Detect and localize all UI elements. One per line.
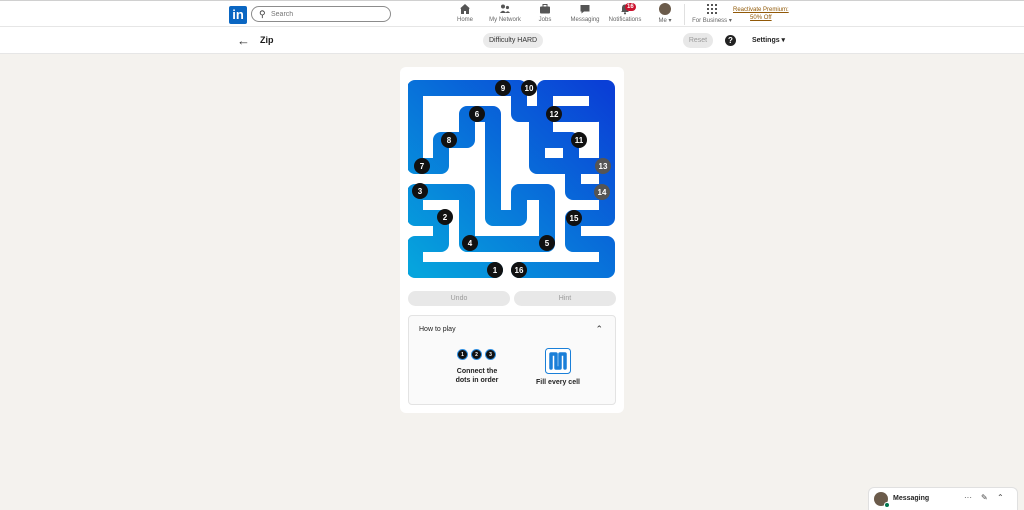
linkedin-logo[interactable]: in bbox=[229, 6, 247, 24]
expand-chevron-icon[interactable]: ⌃ bbox=[997, 493, 1004, 502]
chat-icon bbox=[580, 5, 590, 14]
dot-label: 9 bbox=[501, 84, 506, 93]
search-icon: ⚲ bbox=[259, 9, 266, 19]
rule-fill-text: Fill every cell bbox=[536, 379, 580, 386]
search-box[interactable]: ⚲ bbox=[251, 6, 391, 22]
dot-12[interactable]: 12 bbox=[546, 106, 562, 122]
dot-15[interactable]: 15 bbox=[566, 210, 582, 226]
dot-label: 8 bbox=[447, 136, 452, 145]
messaging-label[interactable]: Messaging bbox=[893, 495, 929, 502]
game-title: Zip bbox=[260, 35, 274, 45]
notification-badge: 16 bbox=[625, 3, 636, 11]
game-header: ← Zip Difficulty HARD Reset ? Settings ▾ bbox=[0, 27, 1024, 54]
more-options-icon[interactable]: ··· bbox=[964, 493, 972, 502]
nav-me-label: Me ▾ bbox=[658, 18, 672, 24]
rule-fill-cells: Fill every cell bbox=[529, 348, 587, 387]
dot-label: 11 bbox=[575, 136, 584, 145]
nav-my-network-label: My Network bbox=[489, 17, 521, 23]
dot-2[interactable]: 2 bbox=[437, 209, 453, 225]
dot-5[interactable]: 5 bbox=[539, 235, 555, 251]
dot-label: 12 bbox=[550, 110, 559, 119]
dot-10[interactable]: 10 bbox=[521, 80, 537, 96]
dot-4[interactable]: 4 bbox=[462, 235, 478, 251]
settings-dropdown[interactable]: Settings ▾ bbox=[752, 36, 785, 44]
dot-label: 2 bbox=[443, 213, 448, 222]
online-status-icon bbox=[884, 502, 890, 508]
how-to-play-panel: How to play ⌃ 1 2 3 Connect the dots in … bbox=[408, 315, 616, 405]
messaging-bar[interactable]: Messaging ··· ✎ ⌃ bbox=[868, 487, 1018, 510]
help-icon[interactable]: ? bbox=[725, 35, 736, 46]
dot-label: 13 bbox=[599, 162, 608, 171]
dot-3-sample: 3 bbox=[485, 349, 496, 360]
dot-6[interactable]: 6 bbox=[469, 106, 485, 122]
fill-grid-icon bbox=[545, 348, 571, 374]
dot-label: 4 bbox=[468, 239, 473, 248]
top-nav: in ⚲ Home My Network Jobs Messaging 16 N… bbox=[0, 0, 1024, 27]
briefcase-icon bbox=[540, 4, 550, 14]
reset-button[interactable]: Reset bbox=[683, 33, 713, 48]
rule-connect-line-2: dots in order bbox=[455, 377, 499, 384]
dot-13[interactable]: 13 bbox=[595, 158, 611, 174]
dot-label: 5 bbox=[545, 239, 550, 248]
grid-icon bbox=[707, 4, 717, 14]
hint-button[interactable]: Hint bbox=[514, 291, 616, 306]
dot-label: 10 bbox=[525, 84, 534, 93]
collapse-chevron-icon[interactable]: ⌃ bbox=[595, 324, 603, 335]
dot-9[interactable]: 9 bbox=[495, 80, 511, 96]
dot-label: 1 bbox=[493, 266, 498, 275]
premium-line-1: Reactivate Premium: bbox=[733, 7, 789, 13]
back-arrow-icon[interactable]: ← bbox=[237, 33, 250, 48]
nav-notifications[interactable]: 16 Notifications bbox=[606, 3, 644, 27]
dot-label: 16 bbox=[515, 266, 524, 275]
dot-label: 14 bbox=[598, 188, 607, 197]
nav-my-network[interactable]: My Network bbox=[487, 3, 523, 27]
dot-3[interactable]: 3 bbox=[412, 183, 428, 199]
rule-connect-line-1: Connect the bbox=[456, 368, 498, 375]
game-card: 1 2 3 4 5 6 7 8 9 10 11 12 13 14 15 16 Undo Hint How to… bbox=[400, 67, 624, 413]
dot-8[interactable]: 8 bbox=[441, 132, 457, 148]
dot-1-sample: 1 bbox=[457, 349, 468, 360]
network-icon bbox=[500, 4, 510, 13]
compose-icon[interactable]: ✎ bbox=[981, 493, 988, 502]
nav-jobs-label: Jobs bbox=[538, 17, 552, 23]
dot-label: 7 bbox=[420, 162, 425, 171]
nav-for-business-label: For Business ▾ bbox=[692, 18, 732, 24]
search-input[interactable] bbox=[271, 8, 381, 20]
avatar bbox=[659, 3, 671, 15]
nav-jobs[interactable]: Jobs bbox=[535, 3, 555, 27]
zip-board[interactable]: 1234 56789 10111213141516 bbox=[408, 75, 616, 283]
nav-notifications-label: Notifications bbox=[608, 17, 642, 23]
dot-1[interactable]: 1 bbox=[487, 262, 503, 278]
nav-divider bbox=[684, 4, 685, 25]
dot-label: 3 bbox=[418, 187, 423, 196]
connected-dots-icon: 1 2 3 bbox=[457, 349, 497, 361]
nav-home[interactable]: Home bbox=[452, 3, 478, 27]
solution-path bbox=[408, 80, 615, 278]
dot-14[interactable]: 14 bbox=[594, 184, 610, 200]
dot-label: 15 bbox=[570, 214, 579, 223]
nav-messaging-label: Messaging bbox=[570, 17, 600, 23]
undo-button[interactable]: Undo bbox=[408, 291, 510, 306]
difficulty-badge: Difficulty HARD bbox=[483, 33, 544, 48]
dot-16[interactable]: 16 bbox=[511, 262, 527, 278]
dot-7[interactable]: 7 bbox=[414, 158, 430, 174]
dot-11[interactable]: 11 bbox=[571, 132, 587, 148]
nav-messaging[interactable]: Messaging bbox=[568, 3, 602, 27]
dot-label: 6 bbox=[475, 110, 480, 119]
nav-home-label: Home bbox=[456, 17, 473, 23]
reactivate-premium-link[interactable]: Reactivate Premium: 50% Off bbox=[733, 6, 789, 22]
nav-me[interactable]: Me ▾ bbox=[654, 3, 676, 27]
premium-line-2: 50% Off bbox=[750, 15, 772, 21]
rule-connect-dots: 1 2 3 Connect the dots in order bbox=[445, 349, 509, 385]
home-icon bbox=[460, 4, 470, 14]
nav-for-business[interactable]: For Business ▾ bbox=[690, 3, 734, 27]
dot-2-sample: 2 bbox=[471, 349, 482, 360]
how-to-play-heading[interactable]: How to play bbox=[419, 326, 456, 333]
